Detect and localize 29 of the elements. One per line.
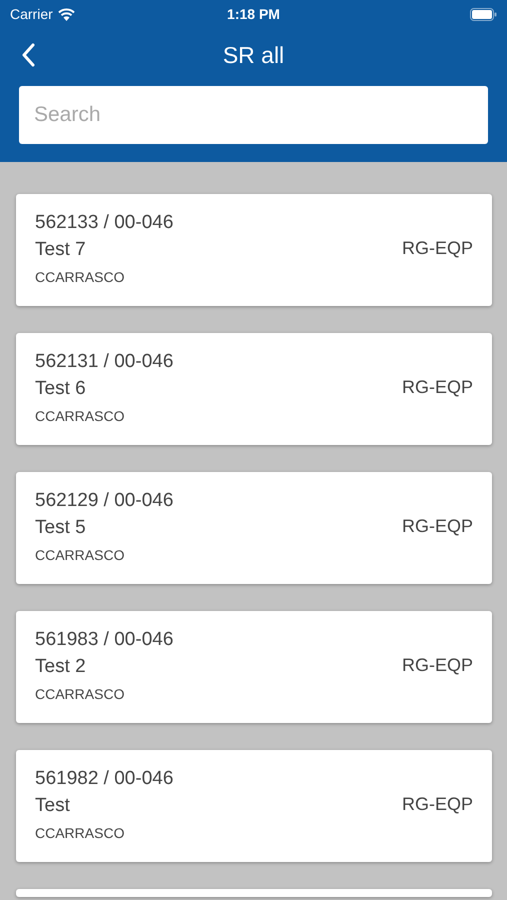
request-title: Test 5 <box>35 516 87 540</box>
request-user: CCARRASCO <box>35 268 126 287</box>
request-number: 562131 / 00-046 <box>35 350 174 374</box>
carrier-label: Carrier <box>10 6 53 22</box>
request-number: 562129 / 00-046 <box>35 489 174 513</box>
request-card[interactable]: 562131 / 00-046 Test 6 CCARRASCO RG-EQP <box>16 333 492 445</box>
request-number: 561982 / 00-046 <box>35 767 174 791</box>
request-code: RG-EQP <box>402 238 473 260</box>
request-code: RG-EQP <box>402 377 473 399</box>
request-title: Test <box>35 794 71 818</box>
request-title: Test 2 <box>35 655 87 679</box>
request-user: CCARRASCO <box>35 407 126 426</box>
status-time: 1:18 PM <box>227 6 280 22</box>
request-card[interactable]: 561983 / 00-046 Test 2 CCARRASCO RG-EQP <box>16 611 492 723</box>
request-user: CCARRASCO <box>35 685 126 704</box>
search-field[interactable]: Search <box>19 86 488 144</box>
request-card[interactable]: 561982 / 00-046 Test CCARRASCO RG-EQP <box>16 750 492 862</box>
request-user: CCARRASCO <box>35 546 126 565</box>
request-title: Test 6 <box>35 377 87 401</box>
request-number: 562133 / 00-046 <box>35 211 174 235</box>
request-title: Test 7 <box>35 238 87 262</box>
request-code: RG-EQP <box>402 794 473 816</box>
request-user: CCARRASCO <box>35 824 126 843</box>
request-number: 561983 / 00-046 <box>35 628 174 652</box>
request-code: RG-EQP <box>402 516 473 538</box>
request-card[interactable]: 562129 / 00-046 Test 5 CCARRASCO RG-EQP <box>16 472 492 584</box>
request-card[interactable]: 562133 / 00-046 Test 7 CCARRASCO RG-EQP <box>16 194 492 306</box>
request-code: RG-EQP <box>402 655 473 677</box>
page-title: SR all <box>222 42 284 68</box>
